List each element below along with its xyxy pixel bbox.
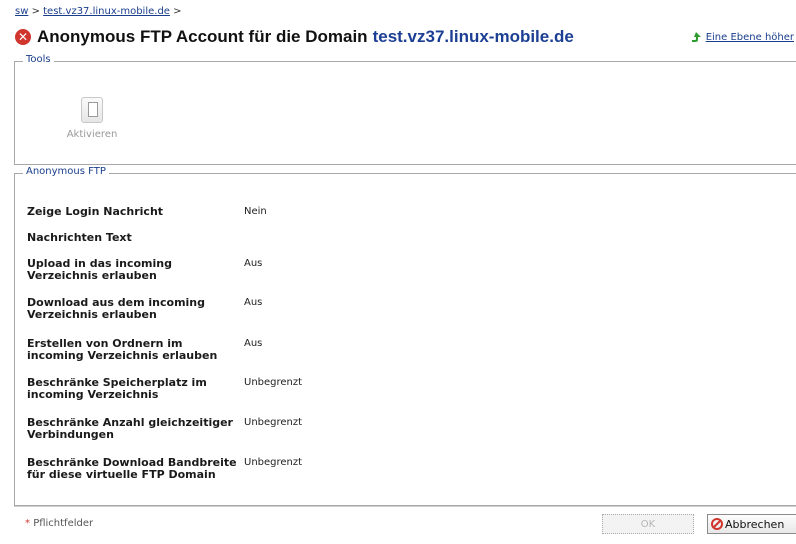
page-title: Anonymous FTP Account für die Domain test…: [37, 27, 574, 47]
tools-group: Tools Aktivieren: [14, 54, 796, 165]
setting-label: Beschränke Anzahl gleichzeitiger Verbind…: [27, 416, 233, 441]
setting-value: Aus: [244, 297, 263, 308]
cancel-button[interactable]: Abbrechen: [707, 514, 796, 534]
footer-divider: [14, 506, 796, 507]
cancel-label: Abbrechen: [725, 517, 785, 531]
setting-label: Beschränke Download Bandbreite für diese…: [27, 456, 237, 481]
breadcrumb-separator: >: [28, 6, 44, 17]
activate-button[interactable]: Aktivieren: [57, 97, 127, 140]
ok-button[interactable]: OK: [602, 514, 694, 534]
up-arrow-icon: [691, 32, 701, 42]
setting-label: Download aus dem incoming Verzeichnis er…: [27, 296, 206, 321]
tools-legend: Tools: [23, 54, 54, 65]
required-label: Pflichtfelder: [33, 518, 94, 529]
page-title-domain: test.vz37.linux-mobile.de: [372, 27, 574, 46]
breadcrumb: sw > test.vz37.linux-mobile.de >: [15, 6, 182, 17]
setting-value: Unbegrenzt: [244, 377, 303, 388]
cancel-icon: [711, 518, 723, 530]
breadcrumb-domain-link[interactable]: test.vz37.linux-mobile.de: [43, 6, 170, 17]
setting-value: Aus: [244, 338, 263, 349]
setting-label: Upload in das incoming Verzeichnis erlau…: [27, 257, 172, 282]
up-level-link[interactable]: Eine Ebene höher: [706, 32, 794, 43]
required-fields-note: * Pflichtfelder: [25, 518, 93, 529]
required-star: *: [25, 518, 30, 529]
setting-label: Nachrichten Text: [27, 231, 132, 244]
page-title-text: Anonymous FTP Account für die Domain: [37, 27, 368, 46]
page-title-row: ✕ Anonymous FTP Account für die Domain te…: [15, 27, 574, 47]
setting-value: Nein: [244, 206, 267, 217]
anonymous-ftp-group: Anonymous FTP Zeige Login Nachricht Nein…: [14, 166, 796, 506]
error-icon: ✕: [15, 29, 31, 45]
up-level-link-container[interactable]: Eine Ebene höher: [690, 31, 794, 43]
activate-label: Aktivieren: [66, 129, 118, 140]
breadcrumb-root-link[interactable]: sw: [15, 6, 28, 17]
setting-label: Beschränke Speicherplatz im incoming Ver…: [27, 376, 207, 401]
setting-label: Erstellen von Ordnern im incoming Verzei…: [27, 337, 218, 362]
setting-label: Zeige Login Nachricht: [27, 205, 164, 218]
setting-value: Unbegrenzt: [244, 457, 303, 468]
device-activate-icon: [81, 97, 103, 123]
setting-value: Aus: [244, 258, 263, 269]
breadcrumb-separator: >: [169, 6, 182, 17]
setting-value: Unbegrenzt: [244, 417, 303, 428]
anonymous-ftp-legend: Anonymous FTP: [23, 166, 109, 177]
